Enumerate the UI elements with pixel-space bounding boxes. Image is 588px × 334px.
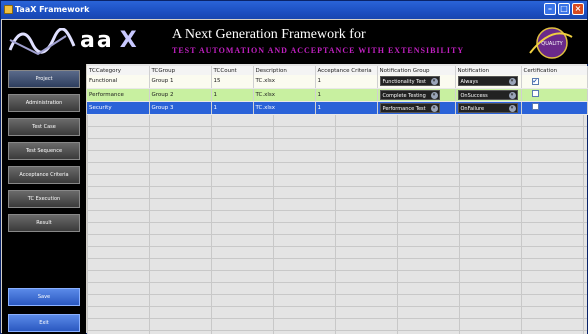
cell-category[interactable]: Security <box>87 101 150 115</box>
col-header[interactable]: Description <box>253 66 316 75</box>
notification-select[interactable]: OnFailure ▾ <box>457 102 518 113</box>
exit-button[interactable]: Exit <box>8 314 80 332</box>
sidebar-item-administration[interactable]: Administration <box>8 94 80 112</box>
cell-group[interactable]: Group 3 <box>149 101 212 115</box>
close-icon[interactable]: × <box>572 3 584 15</box>
cell-notification: Always ▾ <box>455 75 522 89</box>
minimize-icon[interactable]: – <box>544 3 556 15</box>
notification-group-select[interactable]: Functionality Test ▾ <box>379 76 440 87</box>
header-banner: aa X A Next Generation Framework for TEST… <box>2 20 588 64</box>
certification-checkbox[interactable] <box>531 103 539 110</box>
col-header[interactable]: TCCount <box>211 66 254 75</box>
cell-certification <box>521 88 588 102</box>
cell-certification: ✔ <box>521 75 588 89</box>
main-content: TCCategory TCGroup TCCount Description A… <box>87 64 588 334</box>
chevron-down-icon[interactable]: ▾ <box>508 78 516 86</box>
cell-notification: OnFailure ▾ <box>455 101 522 115</box>
logo-x: X <box>119 28 139 53</box>
app-icon <box>4 5 13 14</box>
select-value: OnSuccess <box>460 92 488 99</box>
cell-notification-group: Complete Testing ▾ <box>377 88 456 102</box>
maximize-icon[interactable]: □ <box>558 3 570 15</box>
chevron-down-icon[interactable]: ▾ <box>430 104 438 112</box>
chevron-down-icon[interactable]: ▾ <box>430 91 438 99</box>
select-value: Complete Testing <box>382 92 426 99</box>
col-header[interactable]: Notification <box>455 66 522 75</box>
cell-notification-group: Performance Test ▾ <box>377 101 456 115</box>
certification-checkbox[interactable]: ✔ <box>531 77 539 85</box>
table-row[interactable]: Functional Group 1 15 TC.xlsx 1 Function… <box>87 75 588 89</box>
sidebar-item-acceptance-criteria[interactable]: Acceptance Criteria <box>8 166 80 184</box>
logo-text: aa X <box>80 28 139 53</box>
cell-count[interactable]: 1 <box>211 88 254 102</box>
title-bar[interactable]: TaaX Framework – □ × <box>1 1 587 19</box>
col-header[interactable]: TCCategory <box>87 66 150 75</box>
logo-letters: aa <box>80 28 114 53</box>
cell-certification <box>521 101 588 115</box>
cell-notification: OnSuccess ▾ <box>455 88 522 102</box>
col-header[interactable]: TCGroup <box>149 66 212 75</box>
empty-grid-area <box>87 114 587 334</box>
logo-wave-icon <box>8 28 76 58</box>
select-value: OnFailure <box>460 105 485 112</box>
cell-criteria[interactable]: 1 <box>315 75 378 89</box>
notification-select[interactable]: OnSuccess ▾ <box>457 89 518 100</box>
cell-group[interactable]: Group 2 <box>149 88 212 102</box>
save-button[interactable]: Save <box>8 288 80 306</box>
cell-description[interactable]: TC.xlsx <box>253 75 316 89</box>
notification-select[interactable]: Always ▾ <box>457 76 518 87</box>
cell-count[interactable]: 15 <box>211 75 254 89</box>
test-category-table: TCCategory TCGroup TCCount Description A… <box>87 66 588 115</box>
table-header-row: TCCategory TCGroup TCCount Description A… <box>87 66 588 75</box>
certification-checkbox[interactable] <box>531 90 539 97</box>
cell-category[interactable]: Performance <box>87 88 150 102</box>
cell-group[interactable]: Group 1 <box>149 75 212 89</box>
sidebar-item-test-case[interactable]: Test Case <box>8 118 80 136</box>
select-value: Functionality Test <box>382 79 426 86</box>
cell-description[interactable]: TC.xlsx <box>253 101 316 115</box>
quality-badge-icon: QUALITY <box>529 27 573 59</box>
table-row[interactable]: Performance Group 2 1 TC.xlsx 1 Complete… <box>87 88 588 102</box>
badge-text: QUALITY <box>541 41 563 47</box>
app-window: TaaX Framework – □ × aa X A Next Generati… <box>0 0 588 334</box>
cell-notification-group: Functionality Test ▾ <box>377 75 456 89</box>
chevron-down-icon[interactable]: ▾ <box>508 104 516 112</box>
sidebar-item-project[interactable]: Project <box>8 70 80 88</box>
chevron-down-icon[interactable]: ▾ <box>508 91 516 99</box>
sidebar-item-test-sequence[interactable]: Test Sequence <box>8 142 80 160</box>
sidebar: Project Administration Test Case Test Se… <box>2 64 86 334</box>
table-row[interactable]: Security Group 3 1 TC.xlsx 1 Performance… <box>87 101 588 115</box>
window-controls: – □ × <box>544 3 584 15</box>
chevron-down-icon[interactable]: ▾ <box>430 78 438 86</box>
cell-count[interactable]: 1 <box>211 101 254 115</box>
window-title: TaaX Framework <box>15 5 90 14</box>
notification-group-select[interactable]: Complete Testing ▾ <box>379 89 440 100</box>
banner-subline: TEST AUTOMATION AND ACCEPTANCE WITH EXTE… <box>172 46 465 55</box>
cell-category[interactable]: Functional <box>87 75 150 89</box>
sidebar-item-result[interactable]: Result <box>8 214 80 232</box>
notification-group-select[interactable]: Performance Test ▾ <box>379 102 440 113</box>
col-header[interactable]: Certification <box>521 66 588 75</box>
cell-criteria[interactable]: 1 <box>315 101 378 115</box>
col-header[interactable]: Acceptance Criteria <box>315 66 378 75</box>
col-header[interactable]: Notification Group <box>377 66 456 75</box>
select-value: Performance Test <box>382 105 426 112</box>
sidebar-item-tc-execution[interactable]: TC Execution <box>8 190 80 208</box>
cell-description[interactable]: TC.xlsx <box>253 88 316 102</box>
select-value: Always <box>460 79 479 86</box>
banner-headline: A Next Generation Framework for <box>172 27 366 42</box>
cell-criteria[interactable]: 1 <box>315 88 378 102</box>
